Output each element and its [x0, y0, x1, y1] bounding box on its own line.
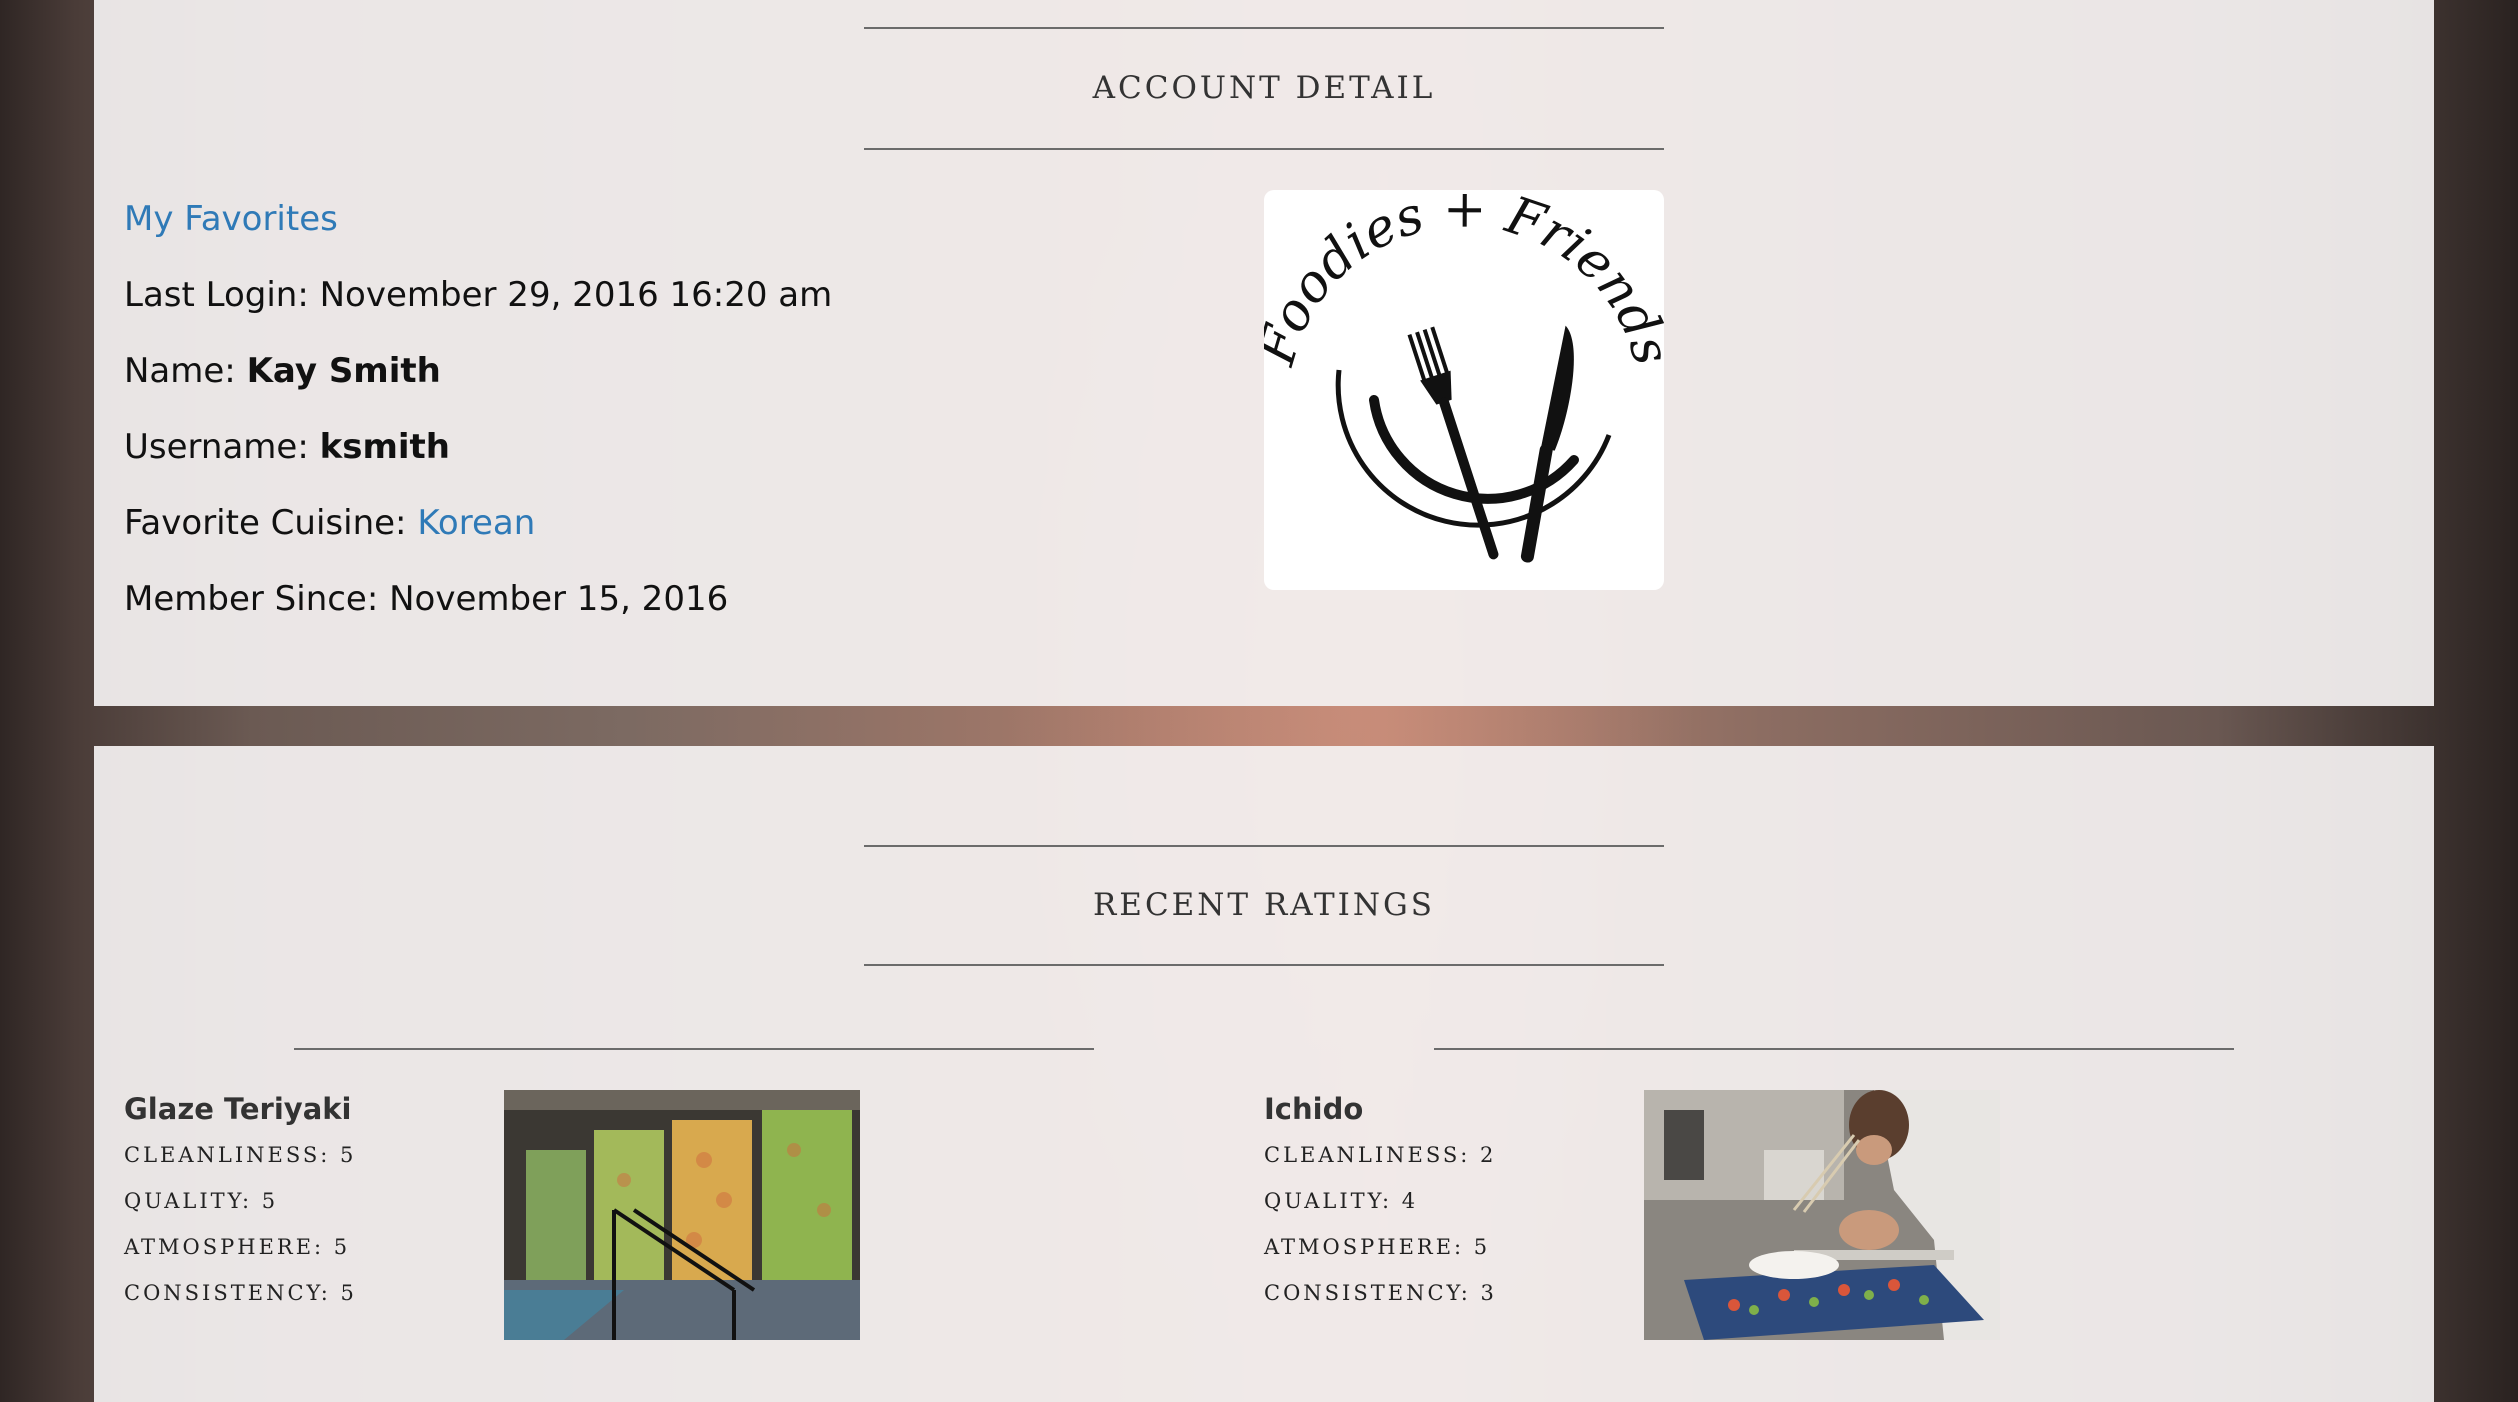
- favorite-cuisine-row: Favorite Cuisine: Korean: [124, 494, 832, 570]
- favorite-cuisine-link[interactable]: Korean: [417, 503, 535, 543]
- username-row: Username: ksmith: [124, 418, 832, 494]
- account-info: My Favorites Last Login: November 29, 20…: [124, 190, 832, 646]
- rating-card: Ichido Cleanliness: 2 Quality: 4 Atmosph…: [1264, 1086, 1497, 1316]
- consistency-score: Consistency: 5: [124, 1281, 357, 1305]
- name-row: Name: Kay Smith: [124, 342, 832, 418]
- rating-divider: [1434, 1048, 2234, 1050]
- atmosphere-score: Atmosphere: 5: [124, 1235, 351, 1259]
- last-login-value: November 29, 2016 16:20 am: [319, 275, 833, 315]
- restaurant-name[interactable]: Ichido: [1264, 1086, 1497, 1132]
- quality-score: Quality: 4: [1264, 1189, 1419, 1213]
- favorite-cuisine-label: Favorite Cuisine:: [124, 503, 407, 543]
- username-label: Username:: [124, 427, 309, 467]
- rating-divider: [294, 1048, 1094, 1050]
- chef-plating-image: [1644, 1090, 2000, 1340]
- svg-text:Foodies + Friends: Foodies + Friends: [1264, 190, 1664, 372]
- account-detail-heading: ACCOUNT DETAIL: [864, 27, 1664, 150]
- last-login-row: Last Login: November 29, 2016 16:20 am: [124, 266, 832, 342]
- restaurant-photo[interactable]: [1644, 1090, 2000, 1340]
- member-since-value: November 15, 2016: [389, 579, 729, 619]
- member-since-row: Member Since: November 15, 2016: [124, 570, 832, 646]
- restaurant-name[interactable]: Glaze Teriyaki: [124, 1086, 357, 1132]
- consistency-score: Consistency: 3: [1264, 1281, 1497, 1305]
- my-favorites-link[interactable]: My Favorites: [124, 199, 338, 239]
- restaurant-interior-image: [504, 1090, 860, 1340]
- cleanliness-score: Cleanliness: 2: [1264, 1143, 1497, 1167]
- rating-card: Glaze Teriyaki Cleanliness: 5 Quality: 5…: [124, 1086, 357, 1316]
- atmosphere-score: Atmosphere: 5: [1264, 1235, 1491, 1259]
- name-value: Kay Smith: [246, 351, 441, 391]
- cleanliness-score: Cleanliness: 5: [124, 1143, 357, 1167]
- foodies-friends-logo: Foodies + Friends: [1246, 179, 1682, 590]
- recent-ratings-heading: RECENT RATINGS: [864, 845, 1664, 966]
- member-since-label: Member Since:: [124, 579, 379, 619]
- logo-graphic: Foodies + Friends: [1246, 179, 1682, 563]
- username-value: ksmith: [319, 427, 450, 467]
- account-detail-panel: ACCOUNT DETAIL My Favorites Last Login: …: [94, 0, 2434, 706]
- last-login-label: Last Login:: [124, 275, 309, 315]
- recent-ratings-panel: RECENT RATINGS Glaze Teriyaki Cleanlines…: [94, 746, 2434, 1402]
- name-label: Name:: [124, 351, 236, 391]
- restaurant-photo[interactable]: [504, 1090, 860, 1340]
- quality-score: Quality: 5: [124, 1189, 279, 1213]
